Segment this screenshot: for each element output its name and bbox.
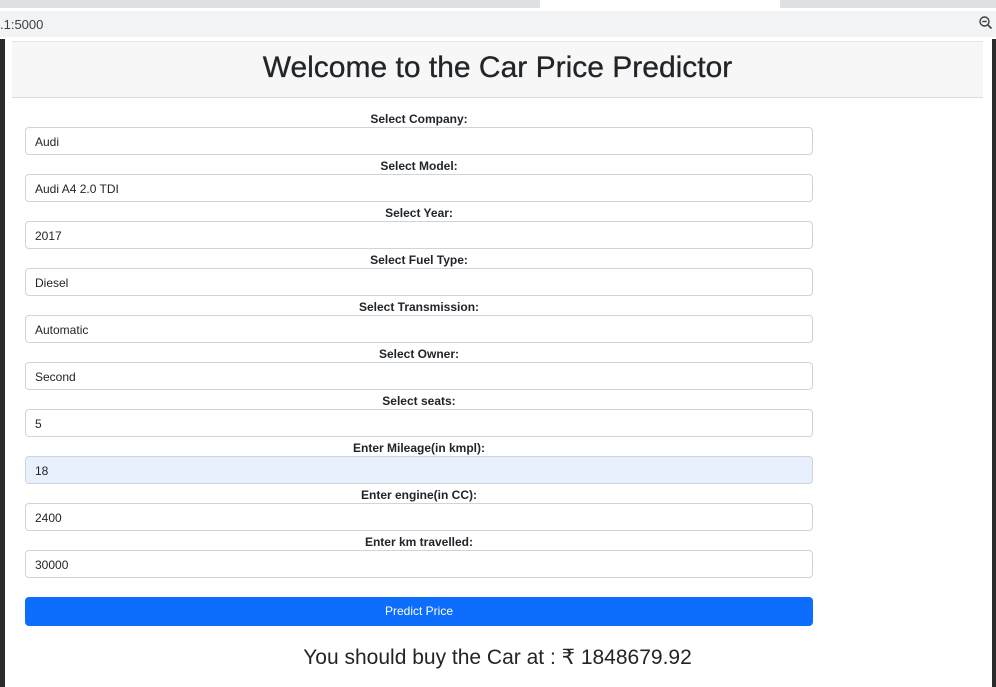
company-select[interactable]: Audi	[25, 127, 813, 155]
browser-tab-strip	[0, 0, 996, 8]
predictor-card: Welcome to the Car Price Predictor Selec…	[12, 41, 984, 687]
engine-label: Enter engine(in CC):	[361, 488, 477, 502]
browser-address-bar: .1:5000	[0, 8, 996, 39]
frame-border-left	[0, 39, 5, 687]
transmission-select[interactable]: Automatic	[25, 315, 813, 343]
frame-border-right	[992, 39, 996, 687]
transmission-label: Select Transmission:	[358, 300, 480, 314]
mileage-label: Enter Mileage(in kmpl):	[352, 441, 486, 455]
mileage-input[interactable]: 18	[25, 456, 813, 484]
browser-active-tab[interactable]	[540, 0, 780, 8]
seats-label: Select seats:	[382, 394, 456, 408]
model-label: Select Model:	[380, 159, 458, 173]
predict-price-button[interactable]: Predict Price	[25, 597, 813, 626]
fuel-type-label: Select Fuel Type:	[370, 253, 468, 267]
url-text: .1:5000	[0, 17, 44, 32]
url-field[interactable]: .1:5000	[0, 11, 996, 37]
km-travelled-label: Enter km travelled:	[364, 535, 474, 549]
year-label: Select Year:	[385, 206, 453, 220]
seats-select[interactable]: 5	[25, 409, 813, 437]
page-title: Welcome to the Car Price Predictor	[262, 51, 733, 84]
owner-select[interactable]: Second	[25, 362, 813, 390]
year-select[interactable]: 2017	[25, 221, 813, 249]
km-travelled-input[interactable]: 30000	[25, 550, 813, 578]
prediction-result: You should buy the Car at : ₹ 1848679.92	[303, 646, 692, 669]
company-label: Select Company:	[370, 112, 468, 126]
model-select[interactable]: Audi A4 2.0 TDI	[25, 174, 813, 202]
fuel-type-select[interactable]: Diesel	[25, 268, 813, 296]
owner-label: Select Owner:	[378, 347, 460, 361]
zoom-out-icon[interactable]	[978, 15, 994, 31]
engine-input[interactable]: 2400	[25, 503, 813, 531]
card-header: Welcome to the Car Price Predictor	[12, 41, 983, 98]
